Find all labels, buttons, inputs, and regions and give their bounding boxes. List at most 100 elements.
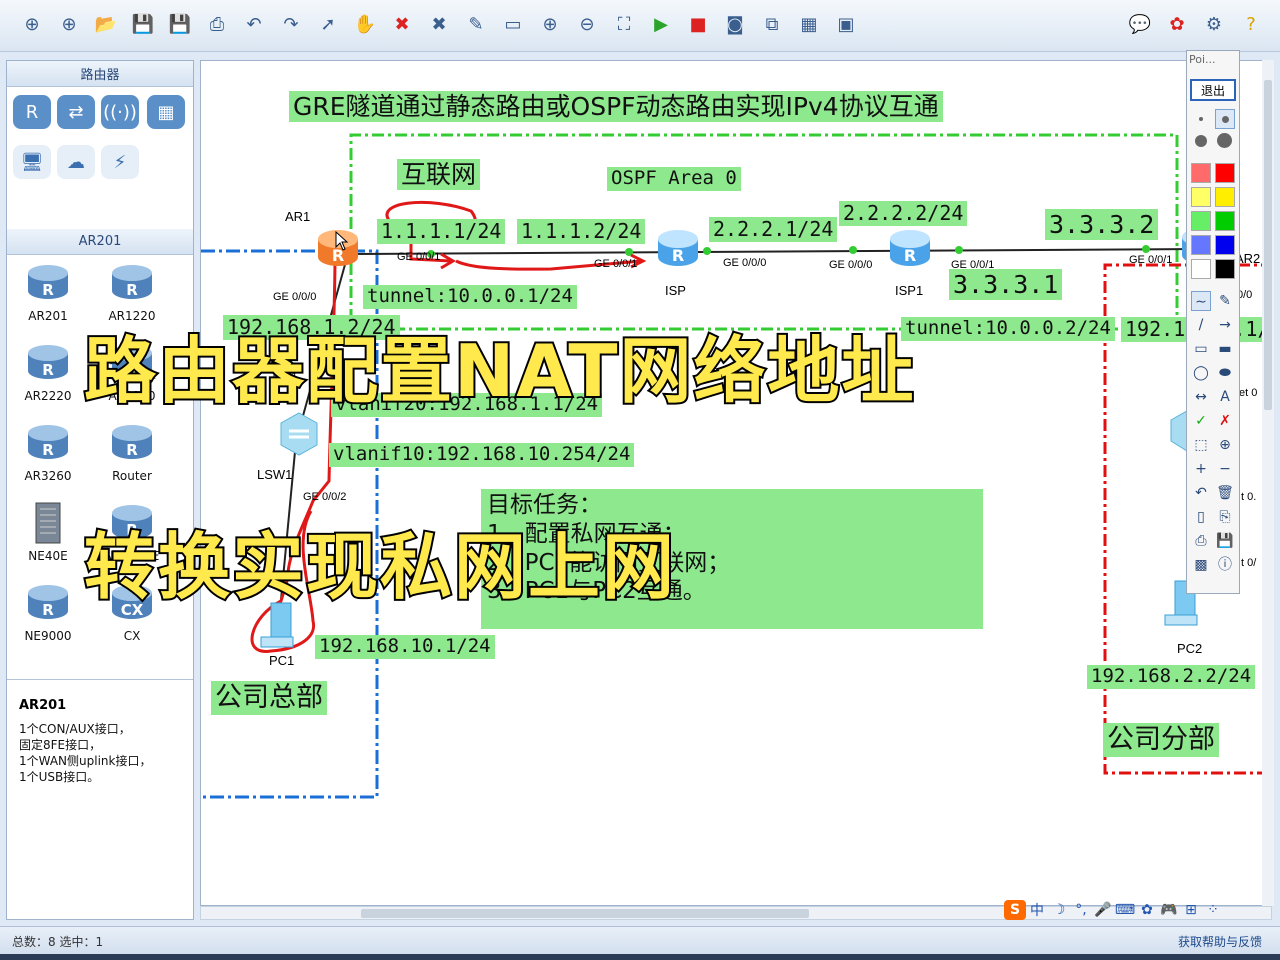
stop-icon[interactable]: ■: [684, 10, 712, 38]
color-swatch[interactable]: [1215, 211, 1235, 231]
open-icon[interactable]: 📂: [92, 10, 120, 38]
color-swatch[interactable]: [1191, 211, 1211, 231]
dot-small-icon[interactable]: [1191, 109, 1211, 129]
print-icon[interactable]: ⎙: [1191, 531, 1211, 551]
text-note-icon[interactable]: ✎: [462, 10, 490, 38]
trash-icon[interactable]: 🗑: [1215, 483, 1235, 503]
ellipse-icon[interactable]: ◯: [1191, 363, 1211, 383]
exit-button[interactable]: 退出: [1190, 79, 1236, 101]
moon-icon[interactable]: ☽: [1048, 900, 1070, 920]
skin-icon[interactable]: ✿: [1136, 900, 1158, 920]
pen-icon[interactable]: ∼: [1191, 291, 1211, 311]
copy-icon[interactable]: ⎘: [1215, 507, 1235, 527]
topology-canvas[interactable]: R AR1 R ISP R ISP1 AR2 LSW1 PC1 PC2 GE 0…: [200, 60, 1272, 906]
color-swatch[interactable]: [1215, 235, 1235, 255]
sogou-logo-icon[interactable]: S: [1004, 900, 1026, 920]
text-icon[interactable]: A: [1215, 387, 1235, 407]
pc-cat-icon[interactable]: 🖥: [13, 145, 51, 179]
color-swatch[interactable]: [1215, 163, 1235, 183]
minus-icon[interactable]: −: [1215, 459, 1235, 479]
capture-icon[interactable]: ◙: [721, 10, 749, 38]
isp1-router-icon[interactable]: R: [885, 223, 935, 273]
cross-icon[interactable]: ✗: [1215, 411, 1235, 431]
eraser-icon[interactable]: ✎: [1215, 291, 1235, 311]
line-icon[interactable]: /: [1191, 315, 1211, 335]
color-swatch[interactable]: [1215, 259, 1235, 279]
select-icon[interactable]: ➚: [314, 10, 342, 38]
help-feedback-link[interactable]: 获取帮助与反馈: [1178, 933, 1262, 950]
info-icon[interactable]: ⓘ: [1215, 555, 1235, 575]
firewall-cat-icon[interactable]: ▦: [147, 95, 185, 129]
terminal-icon[interactable]: ▣: [832, 10, 860, 38]
color-swatch[interactable]: [1191, 187, 1211, 207]
device-item[interactable]: R AR201: [13, 261, 83, 331]
mic-icon[interactable]: 🎤: [1092, 900, 1114, 920]
huawei-logo-icon[interactable]: ✿: [1163, 10, 1191, 38]
help-icon[interactable]: ?: [1237, 10, 1265, 38]
device-item[interactable]: R Router: [97, 421, 167, 491]
scroll-thumb[interactable]: [361, 909, 809, 918]
keyboard-icon[interactable]: ⌨: [1114, 900, 1136, 920]
zoom-out-icon[interactable]: ⊖: [573, 10, 601, 38]
topology-title: GRE隧道通过静态路由或OSPF动态路由实现IPv4协议互通: [289, 91, 943, 123]
new-icon[interactable]: ▯: [1191, 507, 1211, 527]
rect-icon[interactable]: ▭: [1191, 339, 1211, 359]
crop-icon[interactable]: ⬚: [1191, 435, 1211, 455]
device-item[interactable]: R NE9000: [13, 581, 83, 651]
ensp-window: ⊕ ⊕ 📂 💾 💾 ⎙ ↶ ↷ ➚ ✋ ✖ ✖ ✎ ▭ ⊕ ⊖ ⛶ ▶ ■ ◙ ⧉ ▦ ▣ 💬 ✿ ⚙? 路由器 R ⇄ ((·)) ▦…: [0, 0, 1280, 960]
device-item[interactable]: NE40E: [13, 501, 83, 571]
color-swatch[interactable]: [1191, 163, 1211, 183]
dot-medium-icon[interactable]: [1215, 109, 1235, 129]
start-icon[interactable]: ▶: [647, 10, 675, 38]
toolbox-icon[interactable]: ⊞: [1180, 900, 1202, 920]
add-device-icon[interactable]: ⊕: [18, 10, 46, 38]
cloud-cat-icon[interactable]: ☁: [57, 145, 95, 179]
topology-icon[interactable]: ⧉: [758, 10, 786, 38]
device-item[interactable]: R AR2220: [13, 341, 83, 411]
device-item[interactable]: R AR3260: [13, 421, 83, 491]
save-icon[interactable]: 💾: [129, 10, 157, 38]
link-cat-icon[interactable]: ⚡: [101, 145, 139, 179]
pan-hand-icon[interactable]: ✋: [351, 10, 379, 38]
punctuation-icon[interactable]: °,: [1070, 900, 1092, 920]
save-icon[interactable]: 💾: [1215, 531, 1235, 551]
scroll-thumb[interactable]: [1264, 80, 1272, 410]
zoom-icon[interactable]: ⊕: [1215, 435, 1235, 455]
add-link-icon[interactable]: ⊕: [55, 10, 83, 38]
print-icon[interactable]: ⎙: [203, 10, 231, 38]
arrow-icon[interactable]: →: [1215, 315, 1235, 335]
lsw1-switch-icon[interactable]: [279, 411, 319, 457]
plus-icon[interactable]: +: [1191, 459, 1211, 479]
wireless-cat-icon[interactable]: ((·)): [101, 95, 139, 129]
rectangle-icon[interactable]: ▭: [499, 10, 527, 38]
image-icon[interactable]: ▩: [1191, 555, 1211, 575]
apps-icon[interactable]: ⁘: [1202, 900, 1224, 920]
grid-icon[interactable]: ▦: [795, 10, 823, 38]
settings-gear-icon[interactable]: ⚙: [1200, 10, 1228, 38]
dot-large-icon[interactable]: [1191, 131, 1211, 151]
vertical-scrollbar[interactable]: [1262, 60, 1274, 906]
ip-label: 192.168.2.2/24: [1087, 665, 1256, 689]
ime-language[interactable]: 中: [1026, 900, 1048, 920]
rect-fill-icon[interactable]: ▬: [1215, 339, 1235, 359]
double-arrow-icon[interactable]: ↔: [1191, 387, 1211, 407]
chat-icon[interactable]: 💬: [1126, 10, 1154, 38]
undo-icon[interactable]: ↶: [1191, 483, 1211, 503]
color-swatch[interactable]: [1191, 259, 1211, 279]
save-as-icon[interactable]: 💾: [166, 10, 194, 38]
isp-router-icon[interactable]: R: [653, 223, 703, 273]
redo-icon[interactable]: ↷: [277, 10, 305, 38]
game-icon[interactable]: 🎮: [1158, 900, 1180, 920]
color-swatch[interactable]: [1191, 235, 1211, 255]
router-cat-icon[interactable]: R: [13, 95, 51, 129]
zoom-in-icon[interactable]: ⊕: [536, 10, 564, 38]
delete-icon[interactable]: ✖: [388, 10, 416, 38]
color-swatch[interactable]: [1215, 187, 1235, 207]
ellipse-fill-icon[interactable]: ⬬: [1215, 363, 1235, 383]
check-icon[interactable]: ✓: [1191, 411, 1211, 431]
dot-xlarge-icon[interactable]: [1215, 131, 1235, 151]
delete-link-icon[interactable]: ✖: [425, 10, 453, 38]
undo-icon[interactable]: ↶: [240, 10, 268, 38]
switch-cat-icon[interactable]: ⇄: [57, 95, 95, 129]
fit-icon[interactable]: ⛶: [610, 10, 638, 38]
